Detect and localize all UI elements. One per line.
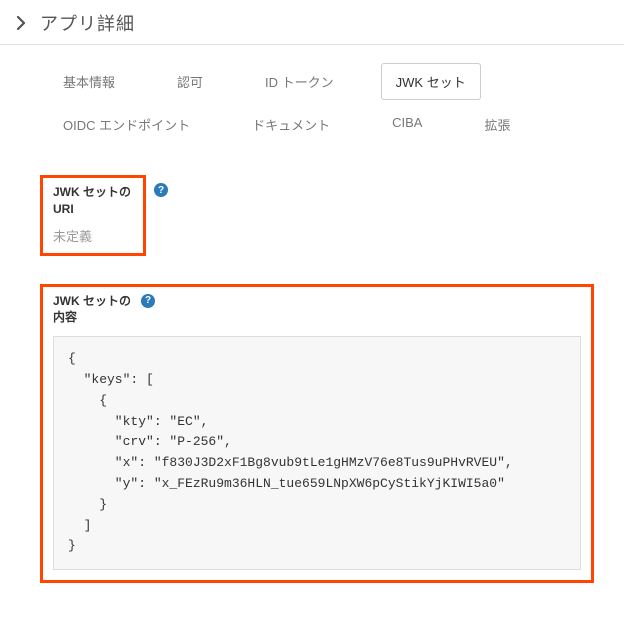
page-header: アプリ詳細 — [0, 0, 624, 44]
content-area: JWK セットの URI 未定義 ? JWK セットの内容 ? { "keys"… — [0, 151, 624, 621]
tabs-row: 基本情報 認可 ID トークン JWK セット OIDC エンドポイント ドキュ… — [0, 45, 624, 151]
tab-extension[interactable]: 拡張 — [469, 106, 525, 143]
tab-oidc-endpoint[interactable]: OIDC エンドポイント — [48, 106, 205, 143]
page-title: アプリ詳細 — [40, 10, 135, 36]
tab-id-token[interactable]: ID トークン — [250, 63, 349, 100]
jwk-uri-heading: JWK セットの URI — [53, 184, 133, 218]
section-jwk-content: JWK セットの内容 ? { "keys": [ { "kty": "EC", … — [40, 284, 594, 584]
jwk-uri-highlight: JWK セットの URI 未定義 — [40, 175, 146, 256]
jwk-uri-value: 未定義 — [53, 226, 133, 245]
tab-authorization[interactable]: 認可 — [162, 63, 218, 100]
tab-ciba[interactable]: CIBA — [377, 106, 437, 143]
chevron-right-icon[interactable] — [12, 14, 30, 32]
help-icon[interactable]: ? — [154, 183, 168, 197]
tab-basic-info[interactable]: 基本情報 — [48, 63, 130, 100]
jwk-content-highlight: JWK セットの内容 ? { "keys": [ { "kty": "EC", … — [40, 284, 594, 584]
help-icon[interactable]: ? — [141, 294, 155, 308]
tab-document[interactable]: ドキュメント — [237, 106, 345, 143]
jwk-content-heading: JWK セットの内容 — [53, 293, 133, 327]
section-jwk-uri: JWK セットの URI 未定義 ? — [40, 175, 594, 256]
jwk-content-code: { "keys": [ { "kty": "EC", "crv": "P-256… — [53, 336, 581, 570]
tab-jwk-set[interactable]: JWK セット — [381, 63, 481, 100]
